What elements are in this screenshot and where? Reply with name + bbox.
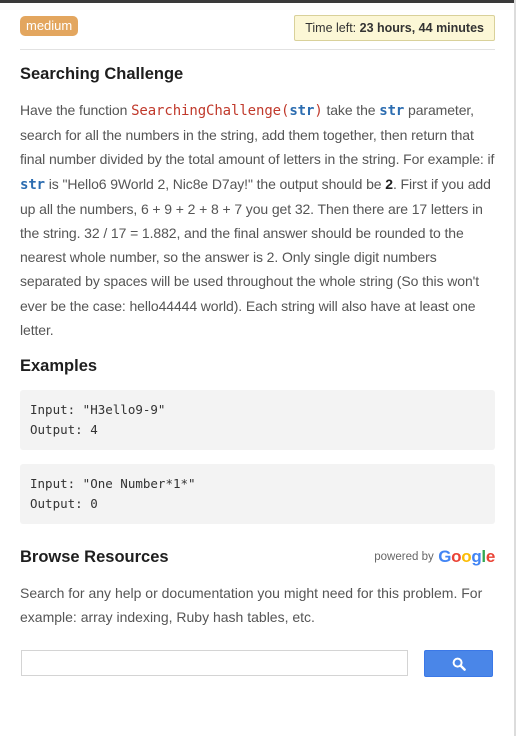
google-letter: g <box>471 547 482 566</box>
expected-answer: 2 <box>385 175 393 192</box>
challenge-header: medium Time left: 23 hours, 44 minutes <box>20 15 495 41</box>
timer-label: Time left: <box>305 21 357 35</box>
search-input[interactable] <box>21 650 408 676</box>
search-icon <box>452 657 466 671</box>
google-letter: e <box>485 547 495 566</box>
function-signature: SearchingChallenge(str) <box>131 103 323 119</box>
google-letter: G <box>438 547 452 566</box>
browse-resources-heading: Browse Resources <box>20 548 169 566</box>
example-output: Output: 0 <box>30 496 98 511</box>
desc-part-4: is "Hello6 9World 2, Nic8e D7ay!" the ou… <box>45 175 386 192</box>
top-border <box>0 0 516 3</box>
timer-value: 23 hours, 44 minutes <box>359 21 484 35</box>
challenge-description: Have the function SearchingChallenge(str… <box>20 98 495 342</box>
example-block: Input: "One Number*1*" Output: 0 <box>20 464 495 524</box>
google-letter: o <box>461 547 472 566</box>
function-arg: str <box>289 103 315 119</box>
example-input: Input: "H3ello9-9" <box>30 402 166 417</box>
function-name: SearchingChallenge( <box>131 103 290 119</box>
desc-part-1: Have the function <box>20 102 132 118</box>
powered-by-label: powered by <box>374 551 434 563</box>
desc-part-2: take the <box>322 102 380 118</box>
function-close: ) <box>314 103 323 119</box>
example-block: Input: "H3ello9-9" Output: 4 <box>20 390 495 450</box>
challenge-title: Searching Challenge <box>20 65 184 83</box>
resources-description: Search for any help or documentation you… <box>20 585 483 625</box>
time-left-box: Time left: 23 hours, 44 minutes <box>294 15 495 41</box>
param-keyword: str <box>379 103 405 119</box>
difficulty-badge: medium <box>20 16 79 36</box>
search-button[interactable] <box>424 650 493 677</box>
google-logo: Google <box>438 547 495 566</box>
param-keyword-2: str <box>20 176 45 193</box>
google-letter: o <box>451 547 462 566</box>
desc-part-5: . First if you add up all the numbers, 6… <box>20 175 491 338</box>
header-divider <box>20 49 495 50</box>
powered-by-google: powered by Google <box>374 547 495 567</box>
example-output: Output: 4 <box>30 422 98 437</box>
example-input: Input: "One Number*1*" <box>30 476 196 491</box>
examples-heading: Examples <box>20 357 98 375</box>
